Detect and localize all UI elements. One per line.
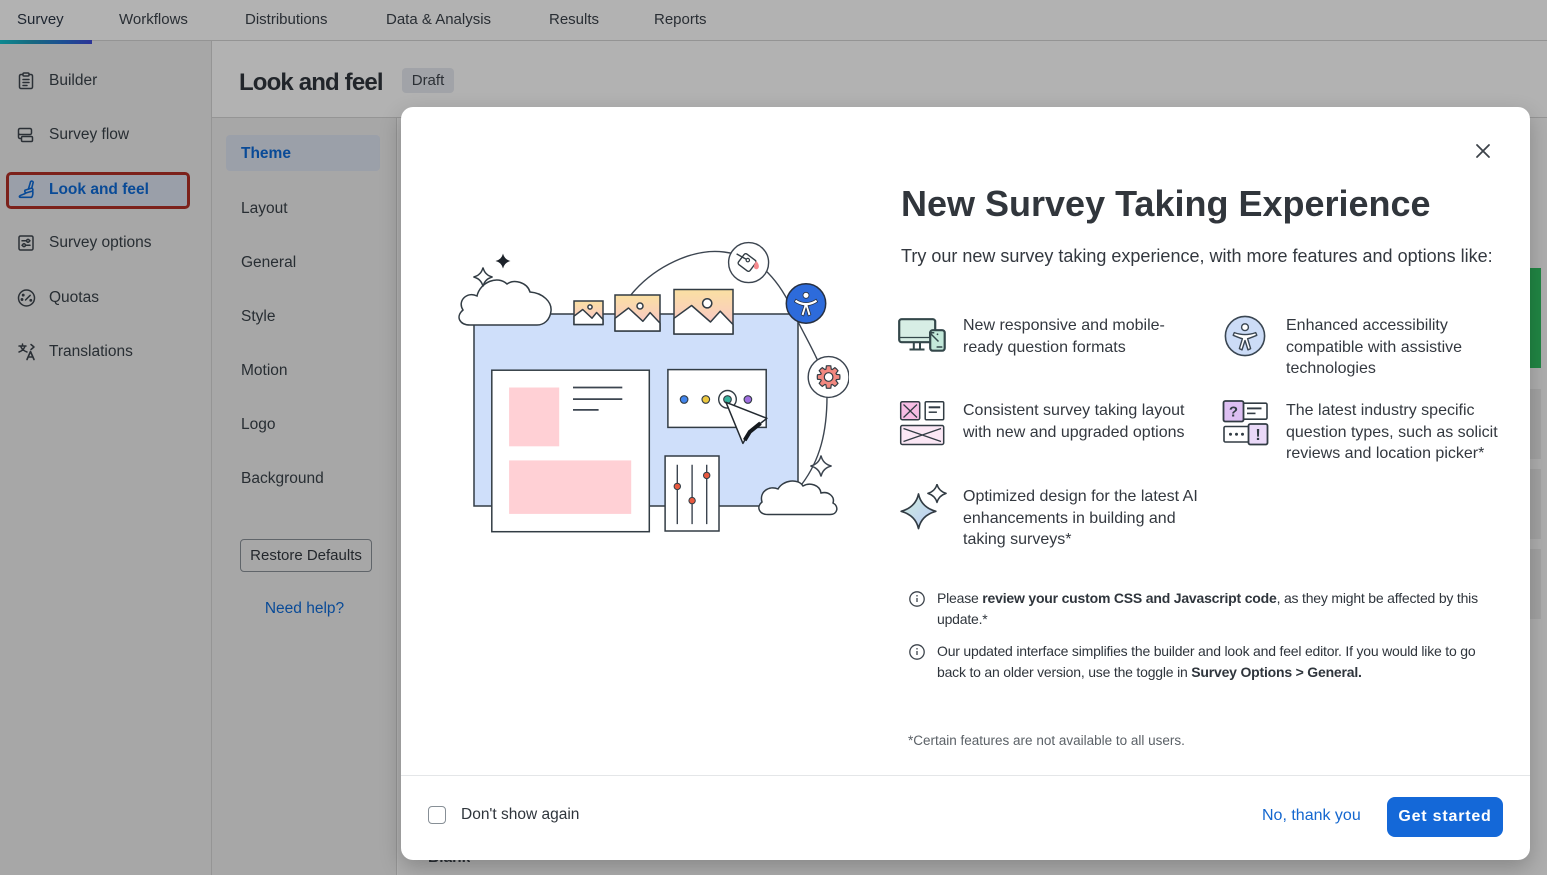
svg-text:?: ? — [1229, 404, 1238, 421]
svg-text:!: ! — [1255, 427, 1260, 444]
